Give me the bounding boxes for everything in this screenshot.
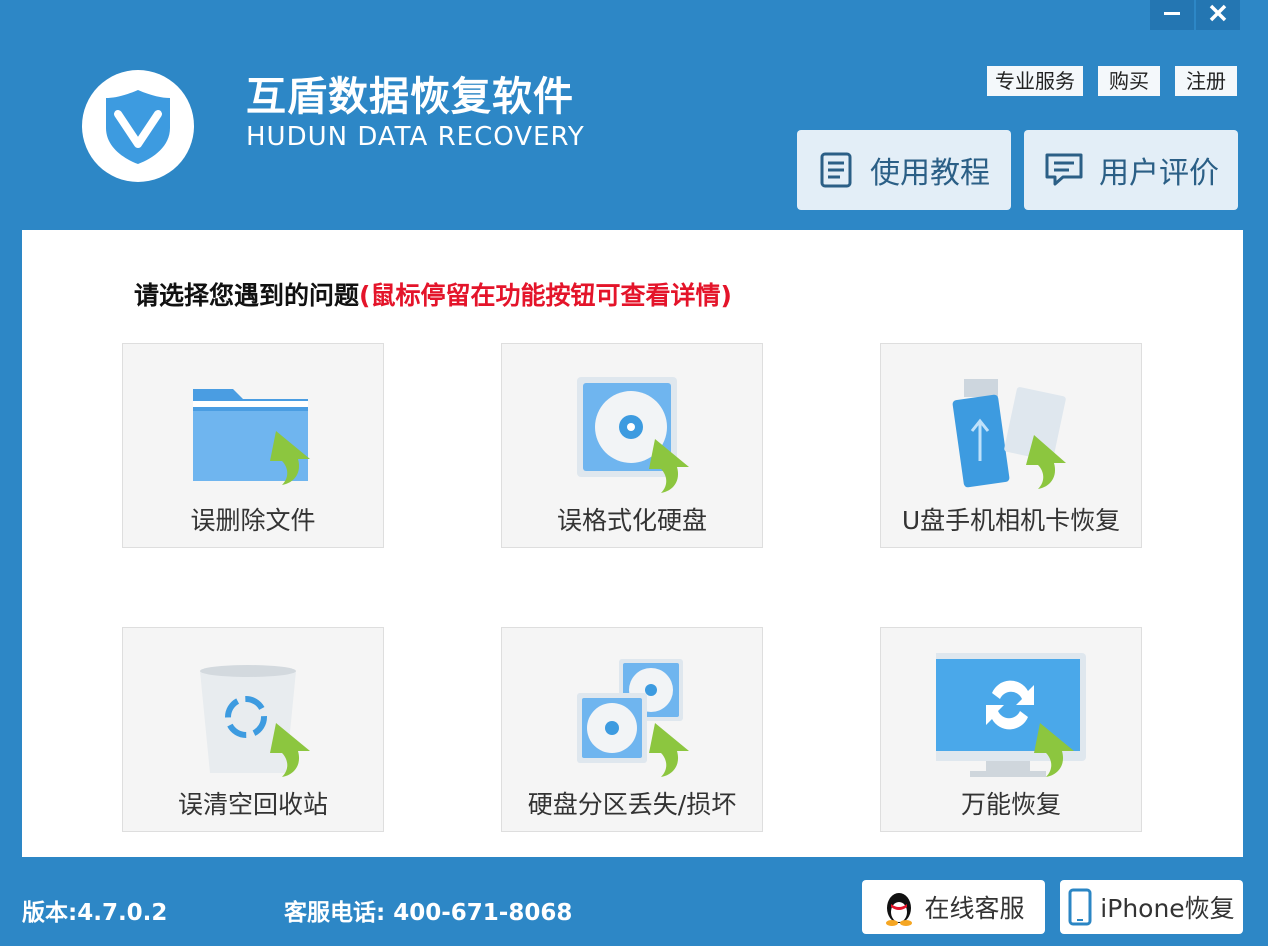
disk-restore-icon <box>577 377 689 493</box>
minimize-icon <box>1164 12 1180 15</box>
partition-restore-icon <box>577 659 689 777</box>
close-icon <box>1209 4 1227 22</box>
shield-icon <box>106 90 170 164</box>
comment-icon <box>1045 153 1083 186</box>
card-label: U盘手机相机卡恢复 <box>901 506 1121 535</box>
online-service-label: 在线客服 <box>924 894 1025 923</box>
problem-prompt: 请选择您遇到的问题(鼠标停留在功能按钮可查看详情) <box>134 276 732 312</box>
tutorial-label: 使用教程 <box>870 156 990 191</box>
document-icon <box>820 152 852 188</box>
card-label: 万能恢复 <box>960 790 1061 819</box>
support-phone: 客服电话: 400-671-8068 <box>284 900 573 926</box>
minimize-button[interactable] <box>1150 0 1194 30</box>
service-link[interactable]: 专业服务 <box>987 66 1083 96</box>
app-logo <box>82 70 194 182</box>
qq-penguin-icon <box>886 893 913 926</box>
card-deleted-files[interactable]: 误删除文件 <box>122 343 384 548</box>
card-formatted-disk[interactable]: 误格式化硬盘 <box>501 343 763 548</box>
card-universal-recovery[interactable]: 万能恢复 <box>880 627 1142 832</box>
card-label: 误格式化硬盘 <box>556 506 707 535</box>
iphone-recovery-button[interactable]: iPhone恢复 <box>1060 880 1243 934</box>
reviews-button[interactable]: 用户评价 <box>1024 130 1238 210</box>
card-recycle-bin[interactable]: 误清空回收站 <box>122 627 384 832</box>
close-button[interactable] <box>1196 0 1240 30</box>
register-link[interactable]: 注册 <box>1175 66 1237 96</box>
main-panel: 请选择您遇到的问题(鼠标停留在功能按钮可查看详情) 误删除文件 误格式化硬盘 U… <box>22 230 1243 857</box>
card-usb-camera[interactable]: U盘手机相机卡恢复 <box>880 343 1142 548</box>
app-window: 互盾数据恢复软件 HUDUN DATA RECOVERY 专业服务 购买 注册 … <box>0 0 1268 946</box>
usb-card-restore-icon <box>952 379 1066 489</box>
tutorial-button[interactable]: 使用教程 <box>797 130 1011 210</box>
recycle-bin-restore-icon <box>200 665 310 777</box>
folder-restore-icon <box>193 389 310 485</box>
card-partition-lost[interactable]: 硬盘分区丢失/损坏 <box>501 627 763 832</box>
prompt-hint: (鼠标停留在功能按钮可查看详情) <box>359 281 732 310</box>
app-title: 互盾数据恢复软件 <box>246 74 574 120</box>
online-service-button[interactable]: 在线客服 <box>862 880 1045 934</box>
app-subtitle: HUDUN DATA RECOVERY <box>246 122 585 152</box>
phone-icon <box>1068 888 1092 926</box>
buy-link[interactable]: 购买 <box>1098 66 1160 96</box>
monitor-restore-icon <box>936 653 1086 777</box>
card-label: 硬盘分区丢失/损坏 <box>527 790 737 819</box>
reviews-label: 用户评价 <box>1099 156 1219 191</box>
version-text: 版本:4.7.0.2 <box>22 900 168 926</box>
prompt-text: 请选择您遇到的问题 <box>134 281 360 310</box>
card-label: 误清空回收站 <box>177 790 328 819</box>
iphone-recovery-label: iPhone恢复 <box>1100 894 1235 923</box>
card-label: 误删除文件 <box>190 506 316 535</box>
